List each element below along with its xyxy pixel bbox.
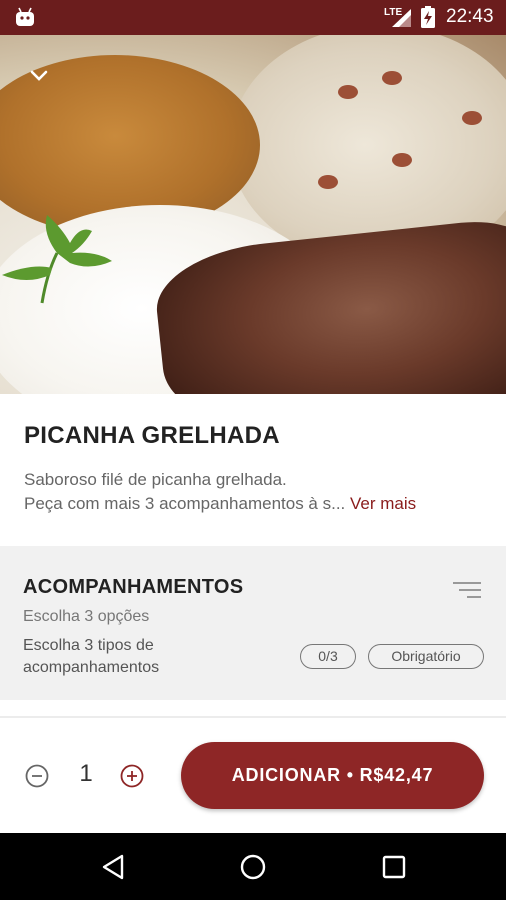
required-badge: Obrigatório — [368, 644, 484, 669]
description-line-2: Peça com mais 3 acompanhamentos à s... — [24, 494, 346, 513]
bean — [392, 153, 412, 167]
battery-charging-icon — [421, 6, 435, 28]
see-more-link[interactable]: Ver mais — [350, 494, 416, 513]
product-image — [0, 35, 506, 394]
description-line-1: Saboroso filé de picanha grelhada. — [24, 470, 287, 489]
filter-icon[interactable] — [453, 580, 481, 600]
description-line-2-row: Peça com mais 3 acompanhamentos à s... V… — [24, 492, 489, 516]
plus-circle-icon[interactable] — [120, 764, 144, 788]
selection-count-badge: 0/3 — [300, 644, 356, 669]
android-robot-icon — [16, 7, 34, 26]
parsley-garnish — [2, 215, 112, 304]
nav-recents-icon[interactable] — [380, 853, 408, 881]
navigation-bar — [0, 833, 506, 900]
bean — [462, 111, 482, 125]
bean — [338, 85, 358, 99]
nav-back-icon[interactable] — [100, 853, 128, 881]
sides-section: ACOMPANHAMENTOS Escolha 3 opções Escolha… — [0, 546, 506, 700]
product-title: PICANHA GRELHADA — [24, 422, 280, 449]
bean — [318, 175, 338, 189]
status-time: 22:43 — [446, 6, 494, 27]
bean — [382, 71, 402, 85]
nav-home-icon[interactable] — [239, 853, 267, 881]
section-description: Escolha 3 tipos de acompanhamentos — [23, 637, 160, 676]
divider — [0, 716, 506, 718]
status-bar: LTE 22:43 — [0, 0, 506, 35]
signal-icon — [392, 9, 411, 27]
quantity-value: 1 — [79, 760, 93, 787]
add-to-cart-button[interactable]: ADICIONAR • R$42,47 — [181, 742, 484, 809]
product-description: Saboroso filé de picanha grelhada. Peça … — [24, 468, 489, 516]
section-subtitle: Escolha 3 opções — [23, 608, 150, 625]
section-title: ACOMPANHAMENTOS — [23, 576, 244, 598]
minus-circle-icon[interactable] — [25, 764, 49, 788]
chevron-down-icon[interactable] — [28, 65, 50, 87]
